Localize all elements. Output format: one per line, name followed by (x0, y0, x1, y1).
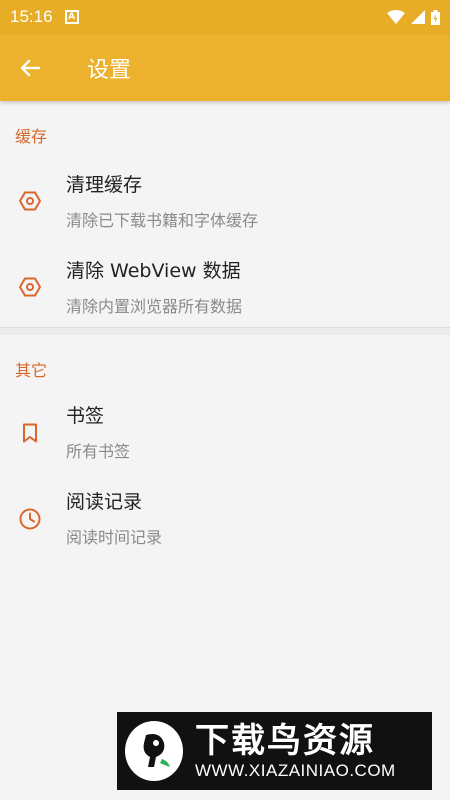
arrow-back-icon (20, 59, 40, 76)
item-title: 书签 (66, 405, 105, 427)
bookmark-icon (17, 420, 43, 446)
section-header: 缓存 (15, 127, 48, 146)
item-subtitle: 清除已下载书籍和字体缓存 (66, 211, 259, 230)
notification-a-icon: A (64, 10, 79, 24)
clock-icon (17, 506, 43, 532)
watermark-title: 下载鸟资源 (195, 721, 375, 761)
clear-webview-data-item[interactable]: 清除 WebView 数据 清除内置浏览器所有数据 (0, 249, 450, 327)
clear-cache-item[interactable]: 清理缓存 清除已下载书籍和字体缓存 (0, 163, 450, 249)
back-button[interactable] (0, 34, 60, 101)
watermark-url: WWW.XIAZAINIAO.COM (195, 761, 396, 780)
status-bar: 15:16 A (0, 0, 450, 34)
cell-signal-icon (411, 10, 425, 24)
bird-logo-icon (125, 721, 183, 781)
watermark-banner: 下载鸟资源 WWW.XIAZAINIAO.COM (117, 712, 432, 790)
bookmarks-item[interactable]: 书签 所有书签 (0, 395, 450, 481)
item-title: 阅读记录 (66, 491, 143, 513)
item-title: 清理缓存 (66, 174, 143, 196)
settings-list: 缓存 清理缓存 清除已下载书籍和字体缓存 清除 WebView 数据 清除内置浏… (0, 101, 450, 567)
section-header: 其它 (15, 361, 48, 380)
section-other: 其它 书签 所有书签 阅读记录 阅读时间记录 (0, 335, 450, 567)
hexagon-icon (17, 188, 43, 214)
wifi-icon (387, 10, 405, 24)
item-subtitle: 阅读时间记录 (66, 528, 163, 547)
section-divider (0, 327, 450, 335)
battery-charging-icon (431, 9, 440, 25)
item-subtitle: 清除内置浏览器所有数据 (66, 297, 243, 316)
app-bar: 设置 (0, 34, 450, 101)
section-cache: 缓存 清理缓存 清除已下载书籍和字体缓存 清除 WebView 数据 清除内置浏… (0, 101, 450, 327)
item-subtitle: 所有书签 (66, 442, 131, 461)
hexagon-icon (17, 274, 43, 300)
item-title: 清除 WebView 数据 (66, 260, 241, 282)
reading-history-item[interactable]: 阅读记录 阅读时间记录 (0, 481, 450, 567)
page-title: 设置 (87, 57, 132, 83)
status-time: 15:16 (10, 7, 53, 26)
